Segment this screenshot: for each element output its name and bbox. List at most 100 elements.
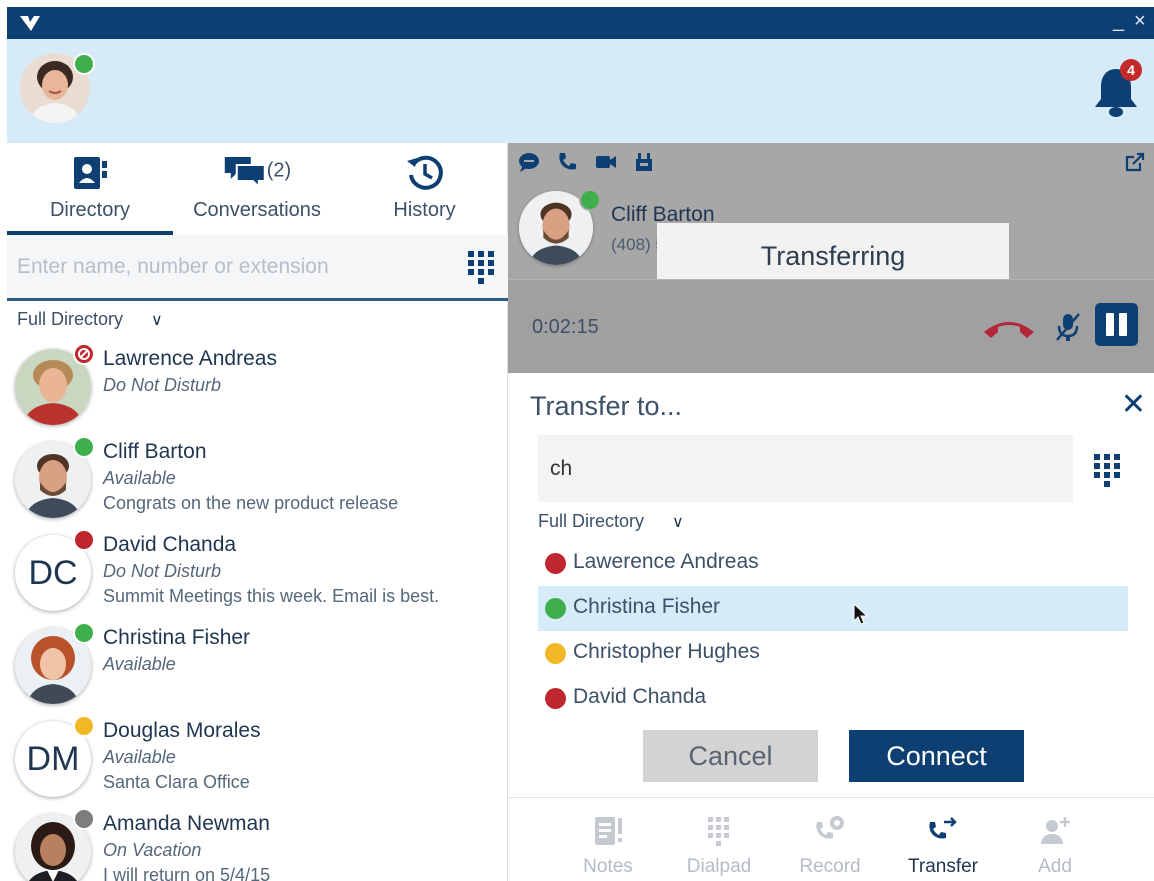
on-call-icon [73, 622, 95, 644]
dialpad-icon[interactable] [460, 245, 502, 287]
contact-name: David Chanda [103, 533, 237, 556]
notification-badge: 4 [1120, 59, 1142, 81]
history-icon [406, 155, 443, 190]
transfer-result-name: David Chanda [573, 685, 707, 708]
contact-status: On Vacation [103, 840, 202, 860]
contact-item[interactable]: DC David Chanda Do Not Disturb Summit Me… [7, 529, 508, 627]
share-screen-icon[interactable] [633, 151, 655, 173]
record-label: Record [799, 856, 861, 877]
user-status-available-icon [73, 53, 95, 75]
minimize-button[interactable]: _ [1113, 10, 1124, 32]
mouse-cursor-icon [853, 603, 869, 625]
notes-button[interactable]: Notes [563, 798, 653, 881]
dialpad-button[interactable]: Dialpad [674, 798, 764, 881]
transfer-dialpad-icon[interactable] [1090, 448, 1124, 490]
directory-filter-dropdown[interactable]: Full Directory ∨ [17, 309, 163, 330]
tab-conversations[interactable]: (2) Conversations [173, 143, 341, 235]
contact-note: Santa Clara Office [103, 772, 250, 792]
app-logo-icon [20, 16, 40, 31]
tab-conversations-label: Conversations [193, 199, 321, 221]
transfer-result-item[interactable]: David Chanda [538, 676, 1128, 721]
contact-status: Do Not Disturb [103, 375, 222, 395]
header: 4 [7, 39, 1154, 143]
transfer-result-name: Christina Fisher [573, 595, 721, 618]
transfer-filter-dropdown[interactable]: Full Directory ∨ [538, 511, 684, 532]
add-participant-button[interactable]: Add [1010, 798, 1100, 881]
available-icon [545, 598, 566, 619]
mute-microphone-icon[interactable] [1053, 310, 1083, 344]
contact-status: Available [103, 654, 176, 674]
video-icon[interactable] [595, 151, 617, 173]
contact-name: Douglas Morales [103, 719, 261, 742]
transfer-result-name: Lawerence Andreas [573, 550, 759, 573]
tab-directory[interactable]: Directory [7, 143, 173, 235]
hold-button[interactable] [1095, 303, 1138, 346]
notes-icon [595, 817, 622, 845]
tab-history[interactable]: History [341, 143, 508, 235]
notifications-bell-button[interactable]: 4 [1092, 59, 1142, 119]
transfer-label: Transfer [907, 856, 979, 877]
close-icon[interactable]: ✕ [1121, 387, 1146, 422]
transfer-result-name: Christopher Hughes [573, 640, 760, 663]
contact-item[interactable]: DM Douglas Morales Available Santa Clara… [7, 715, 508, 813]
dialpad-icon [708, 817, 729, 846]
caller-available-icon [579, 189, 601, 211]
contact-note: I will return on 5/4/15 [103, 865, 271, 881]
add-user-icon [1041, 817, 1070, 844]
chevron-down-icon: ∨ [672, 514, 684, 531]
popout-icon[interactable] [1124, 151, 1146, 173]
app-window: _ × 4 Directory (2) Conversations Histor… [7, 7, 1154, 881]
contact-note: Summit Meetings this week. Email is best… [103, 586, 440, 606]
contact-item[interactable]: Cliff Barton Available Congrats on the n… [7, 436, 508, 534]
away-icon [545, 643, 566, 664]
contact-name: Christina Fisher [103, 626, 251, 649]
connect-button[interactable]: Connect [849, 730, 1024, 782]
notes-label: Notes [583, 856, 633, 877]
transfer-title: Transfer to... [530, 391, 683, 421]
chat-icon [224, 157, 266, 190]
contact-note: Congrats on the new product release [103, 493, 399, 513]
transfer-result-item[interactable]: Christina Fisher [538, 586, 1128, 631]
chevron-down-icon: ∨ [151, 312, 163, 329]
record-icon [816, 816, 844, 839]
add-label: Add [1038, 856, 1072, 877]
dialpad-label: Dialpad [686, 856, 752, 877]
dnd-icon [545, 553, 566, 574]
conversations-count: (2) [266, 159, 292, 182]
contact-status: Do Not Disturb [103, 561, 222, 581]
dnd-icon [73, 343, 95, 365]
chat-bubble-icon[interactable] [518, 151, 540, 173]
contact-status: Available [103, 468, 176, 488]
away-icon [73, 715, 95, 737]
close-window-button[interactable]: × [1134, 10, 1146, 32]
search-input[interactable] [7, 235, 450, 298]
cancel-button[interactable]: Cancel [643, 730, 818, 782]
transfer-button[interactable]: Transfer [898, 798, 988, 881]
contact-name: Lawrence Andreas [103, 347, 277, 370]
call-timer: 0:02:15 [532, 316, 599, 338]
contact-status: Available [103, 747, 176, 767]
active-call-panel: Cliff Barton (408) 555-1234 Transferring… [508, 143, 1154, 373]
hangup-icon[interactable] [981, 310, 1037, 344]
transfer-search-input[interactable] [538, 435, 1073, 502]
transfer-icon [929, 817, 957, 839]
contact-item[interactable]: Lawrence Andreas Do Not Disturb [7, 343, 508, 441]
search-row [7, 235, 508, 301]
contact-item[interactable]: Amanda Newman On Vacation I will return … [7, 808, 508, 881]
phone-icon[interactable] [556, 151, 578, 173]
call-controls: 0:02:15 [508, 279, 1154, 373]
contact-item[interactable]: Christina Fisher Available [7, 622, 508, 720]
call-action-bar: Notes Dialpad Record Transfer Add [508, 797, 1154, 881]
title-bar: _ × [7, 7, 1154, 39]
on-call-icon [545, 688, 566, 709]
directory-filter-label: Full Directory [17, 309, 124, 329]
tab-directory-label: Directory [49, 199, 130, 221]
call-type-icons [518, 151, 667, 175]
transfer-result-item[interactable]: Christopher Hughes [538, 631, 1128, 676]
left-panel: Directory (2) Conversations History Ente… [7, 143, 508, 881]
transfer-result-item[interactable]: Lawerence Andreas [538, 541, 1128, 586]
record-button[interactable]: Record [785, 798, 875, 881]
contact-name: Cliff Barton [103, 440, 207, 463]
conversations-icon-group: (2) [223, 153, 292, 190]
on-call-icon [73, 529, 95, 551]
